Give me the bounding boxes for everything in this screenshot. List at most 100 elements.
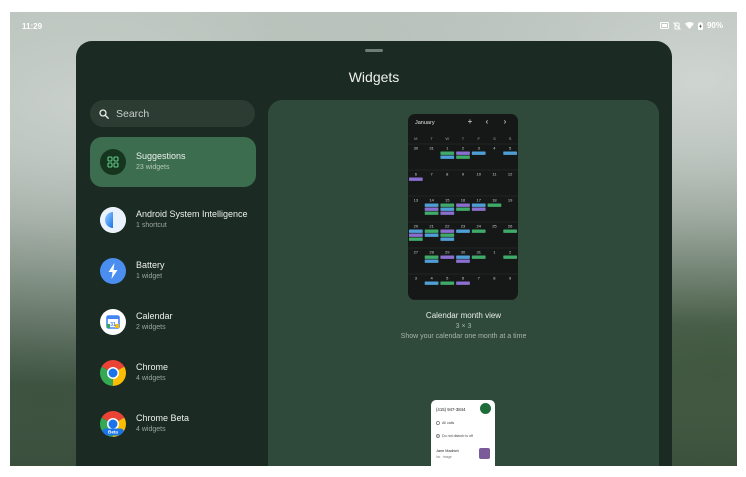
search-input[interactable] bbox=[116, 107, 236, 120]
calendar-event-chip[interactable] bbox=[456, 207, 470, 211]
calendar-event-chip[interactable] bbox=[440, 151, 455, 155]
calendar-day-number[interactable]: 17 bbox=[476, 198, 481, 203]
calendar-event-chip[interactable] bbox=[440, 237, 455, 241]
app-name: Chrome bbox=[136, 362, 169, 372]
calendar-event-chip[interactable] bbox=[456, 229, 470, 233]
calendar-month-widget-preview[interactable]: M T W T F S S 30 31 1 2 3 4 5 6 7 8 9 10 11 12 13 14 15 16 17 18 19… bbox=[408, 114, 518, 300]
calendar-event-chip[interactable] bbox=[424, 255, 439, 259]
calendar-day-number[interactable]: 1 bbox=[493, 250, 496, 255]
calendar-day-number[interactable]: 1 bbox=[446, 146, 449, 151]
calendar-event-chip[interactable] bbox=[424, 281, 439, 285]
calendar-day-number[interactable]: 19 bbox=[508, 198, 513, 203]
calendar-day-number[interactable]: 31 bbox=[476, 250, 481, 255]
calendar-event-chip[interactable] bbox=[456, 155, 470, 159]
calendar-day-number[interactable]: 30 bbox=[414, 146, 419, 151]
calendar-event-chip[interactable] bbox=[424, 229, 439, 233]
calendar-event-chip[interactable] bbox=[503, 255, 517, 259]
app-item-chrome[interactable]: Chrome 4 widgets bbox=[90, 348, 256, 398]
calendar-day-number[interactable]: 28 bbox=[429, 250, 434, 255]
calendar-day-number[interactable]: 12 bbox=[508, 172, 513, 177]
calendar-day-number[interactable]: 9 bbox=[509, 276, 512, 281]
calendar-event-chip[interactable] bbox=[424, 233, 439, 237]
app-item-chrome-beta[interactable]: Beta Chrome Beta 4 widgets bbox=[90, 399, 256, 449]
calendar-event-chip[interactable] bbox=[440, 155, 455, 159]
battery-charging-icon bbox=[697, 21, 703, 30]
calendar-day-number[interactable]: 20 bbox=[414, 224, 419, 229]
calendar-day-number[interactable]: 8 bbox=[446, 172, 449, 177]
calendar-event-chip[interactable] bbox=[456, 281, 470, 285]
add-event-icon[interactable]: + bbox=[465, 117, 475, 126]
calendar-day-number[interactable]: 8 bbox=[493, 276, 496, 281]
phone-row-label: Do not disturb is off bbox=[442, 434, 473, 438]
drag-handle[interactable] bbox=[365, 49, 383, 52]
calendar-day-number[interactable]: 4 bbox=[430, 276, 433, 281]
calendar-event-chip[interactable] bbox=[424, 203, 439, 207]
search-box[interactable] bbox=[90, 100, 255, 127]
calendar-event-chip[interactable] bbox=[409, 229, 423, 233]
calendar-day-number[interactable]: 24 bbox=[476, 224, 481, 229]
calendar-event-chip[interactable] bbox=[456, 151, 470, 155]
calendar-day-number[interactable]: 15 bbox=[445, 198, 450, 203]
calendar-event-chip[interactable] bbox=[424, 207, 439, 211]
calendar-day-number[interactable]: 26 bbox=[508, 224, 513, 229]
next-month-icon[interactable]: › bbox=[500, 117, 510, 126]
calendar-event-chip[interactable] bbox=[409, 177, 423, 181]
calendar-day-number[interactable]: 3 bbox=[478, 146, 481, 151]
calendar-event-chip[interactable] bbox=[409, 237, 423, 241]
phone-widget-preview[interactable]: (415) 947-3844 All calls Do not disturb … bbox=[431, 400, 495, 466]
calendar-event-chip[interactable] bbox=[503, 229, 517, 233]
calendar-day-number[interactable]: 3 bbox=[415, 276, 418, 281]
calendar-event-chip[interactable] bbox=[456, 259, 470, 263]
calendar-day-number[interactable]: 5 bbox=[446, 276, 449, 281]
calendar-day-number[interactable]: 11 bbox=[492, 172, 497, 177]
calendar-day-number[interactable]: 25 bbox=[492, 224, 497, 229]
calendar-day-number[interactable]: 10 bbox=[476, 172, 481, 177]
calendar-day-number[interactable]: 7 bbox=[478, 276, 481, 281]
calendar-event-chip[interactable] bbox=[503, 151, 517, 155]
calendar-day-number[interactable]: 16 bbox=[461, 198, 466, 203]
calendar-day-number[interactable]: 2 bbox=[462, 146, 465, 151]
previous-month-icon[interactable]: ‹ bbox=[482, 117, 492, 126]
calendar-event-chip[interactable] bbox=[456, 203, 470, 207]
calendar-day-number[interactable]: 27 bbox=[414, 250, 419, 255]
calendar-day-number[interactable]: 30 bbox=[461, 250, 466, 255]
calendar-day-number[interactable]: 6 bbox=[415, 172, 418, 177]
calendar-event-chip[interactable] bbox=[424, 211, 439, 215]
calendar-day-number[interactable]: 14 bbox=[429, 198, 434, 203]
app-item-battery[interactable]: Battery 1 widget bbox=[90, 246, 256, 296]
app-item-calendar[interactable]: 31 Calendar 2 widgets bbox=[90, 297, 256, 347]
calendar-event-chip[interactable] bbox=[409, 233, 423, 237]
widget-size: 3 × 3 bbox=[455, 323, 472, 330]
app-item-suggestions[interactable]: Suggestions 23 widgets bbox=[90, 137, 256, 187]
calendar-day-number[interactable]: 22 bbox=[445, 224, 450, 229]
calendar-day-number[interactable]: 6 bbox=[462, 276, 465, 281]
app-item-android-system-intelligence[interactable]: Android System Intelligence 1 shortcut bbox=[90, 195, 256, 245]
calendar-day-number[interactable]: 31 bbox=[429, 146, 434, 151]
calendar-event-chip[interactable] bbox=[424, 259, 439, 263]
calendar-day-number[interactable]: 23 bbox=[461, 224, 466, 229]
calendar-event-chip[interactable] bbox=[487, 203, 502, 207]
calendar-day-number[interactable]: 9 bbox=[462, 172, 465, 177]
calendar-event-chip[interactable] bbox=[471, 229, 486, 233]
calendar-day-number[interactable]: 13 bbox=[414, 198, 419, 203]
calendar-day-number[interactable]: 21 bbox=[429, 224, 434, 229]
calendar-event-chip[interactable] bbox=[471, 207, 486, 211]
sheet-title: Widgets bbox=[348, 69, 400, 85]
calendar-day-number[interactable]: 29 bbox=[445, 250, 450, 255]
calendar-event-chip[interactable] bbox=[456, 255, 470, 259]
calendar-event-chip[interactable] bbox=[440, 233, 455, 237]
calendar-event-chip[interactable] bbox=[440, 255, 455, 259]
calendar-event-chip[interactable] bbox=[440, 203, 455, 207]
calendar-event-chip[interactable] bbox=[471, 203, 486, 207]
calendar-event-chip[interactable] bbox=[440, 207, 455, 211]
calendar-day-number[interactable]: 4 bbox=[493, 146, 496, 151]
calendar-day-number[interactable]: 7 bbox=[430, 172, 433, 177]
calendar-day-number[interactable]: 2 bbox=[509, 250, 512, 255]
calendar-day-number[interactable]: 5 bbox=[509, 146, 512, 151]
calendar-event-chip[interactable] bbox=[471, 151, 486, 155]
calendar-day-number[interactable]: 18 bbox=[492, 198, 497, 203]
calendar-event-chip[interactable] bbox=[440, 211, 455, 215]
calendar-event-chip[interactable] bbox=[471, 255, 486, 259]
calendar-event-chip[interactable] bbox=[440, 229, 455, 233]
calendar-event-chip[interactable] bbox=[440, 281, 455, 285]
